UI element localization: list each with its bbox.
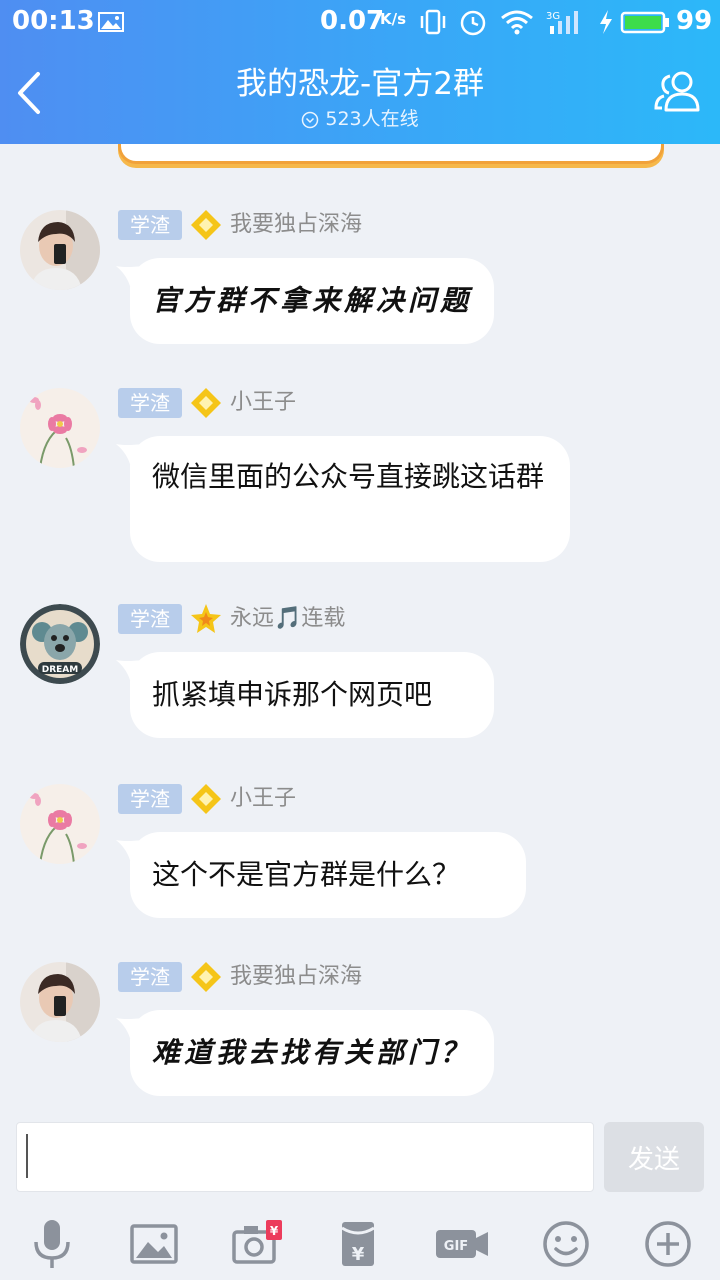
charging-icon (600, 10, 612, 34)
member-title-badge: 学渣 (118, 210, 182, 240)
message-input[interactable] (16, 1122, 594, 1192)
avatar[interactable] (20, 210, 100, 290)
message-item: 学渣 我要独占深海 难道我去找有关部门？ (0, 962, 720, 1102)
member-title-badge: 学渣 (118, 784, 182, 814)
status-time: 00:13 (12, 6, 95, 36)
message-bubble[interactable]: 抓紧填申诉那个网页吧 (130, 652, 494, 738)
network-speed: 0.07 (320, 6, 385, 36)
star-rank-icon (191, 604, 221, 633)
member-title-badge: 学渣 (118, 604, 182, 634)
battery-level: 99 (676, 6, 713, 36)
online-count[interactable]: 523人在线 (0, 104, 720, 131)
svg-text:¥: ¥ (352, 1244, 365, 1265)
message-item: 学渣 我要独占深海 官方群不拿来解决问题 (0, 210, 720, 350)
message-bubble[interactable]: 官方群不拿来解决问题 (130, 258, 494, 344)
gallery-notification-icon (98, 12, 124, 32)
signal-3g-icon: 3G (546, 11, 578, 34)
gif-icon[interactable]: GIF (434, 1216, 490, 1272)
text-caret (26, 1134, 28, 1178)
svg-text:3G: 3G (546, 11, 560, 22)
online-count-text: 523人在线 (325, 108, 419, 130)
send-button[interactable]: 发送 (604, 1122, 704, 1192)
svg-text:¥: ¥ (270, 1224, 279, 1238)
avatar[interactable] (20, 784, 100, 864)
microphone-icon[interactable] (24, 1216, 80, 1272)
diamond-rank-icon (191, 962, 221, 992)
camera-icon[interactable]: ¥ (228, 1216, 284, 1272)
wifi-icon (501, 10, 533, 35)
red-packet-icon[interactable]: ¥ (330, 1216, 386, 1272)
pink-flower-avatar-icon (20, 784, 100, 864)
sender-nickname[interactable]: 我要独占深海 (230, 962, 362, 992)
message-list[interactable]: 学渣 我要独占深海 官方群不拿来解决问题 学渣 小王子 微信里面的公众号直接跳这… (0, 144, 720, 1110)
message-bubble[interactable]: 难道我去找有关部门？ (130, 1010, 494, 1096)
network-speed-unit: K/s (380, 10, 407, 28)
pink-flower-avatar-icon (20, 388, 100, 468)
avatar[interactable]: DREAM (20, 604, 100, 684)
avatar[interactable] (20, 962, 100, 1042)
svg-text:DREAM: DREAM (42, 665, 79, 675)
input-toolbar: ¥ ¥ GIF (0, 1210, 720, 1280)
member-title-badge: 学渣 (118, 962, 182, 992)
status-bar: 00:13 0.07 K/s 3G 99 (0, 0, 720, 44)
member-title-badge: 学渣 (118, 388, 182, 418)
image-icon[interactable] (126, 1216, 182, 1272)
pinned-card[interactable] (118, 144, 664, 164)
chat-header: 00:13 0.07 K/s 3G 99 我的恐龙-官方2群 523人在线 (0, 0, 720, 144)
dream-koala-avatar-icon: DREAM (20, 604, 100, 684)
input-bar: 发送 (0, 1110, 720, 1210)
chevron-down-icon (302, 111, 319, 128)
sender-nickname[interactable]: 永远🎵连载 (230, 604, 345, 634)
plus-icon[interactable] (640, 1216, 696, 1272)
group-members-button[interactable] (652, 66, 704, 118)
diamond-rank-icon (191, 210, 221, 240)
boy-selfie-avatar-icon (20, 210, 100, 290)
title-bar: 我的恐龙-官方2群 523人在线 (0, 44, 720, 144)
battery-icon (620, 11, 669, 34)
svg-text:GIF: GIF (444, 1239, 468, 1254)
avatar[interactable] (20, 388, 100, 468)
sender-nickname[interactable]: 小王子 (230, 388, 296, 418)
message-item: DREAM 学渣 永远🎵连载 抓紧填申诉那个网页吧 (0, 604, 720, 744)
diamond-rank-icon (191, 388, 221, 418)
sender-nickname[interactable]: 小王子 (230, 784, 296, 814)
alarm-icon (460, 10, 486, 36)
emoji-icon[interactable] (538, 1216, 594, 1272)
sender-nickname[interactable]: 我要独占深海 (230, 210, 362, 240)
message-bubble[interactable]: 微信里面的公众号直接跳这话群 (130, 436, 570, 562)
vibrate-icon (420, 9, 446, 35)
message-item: 学渣 小王子 这个不是官方群是什么？ (0, 784, 720, 924)
diamond-rank-icon (191, 784, 221, 814)
boy-selfie-avatar-icon (20, 962, 100, 1042)
message-bubble[interactable]: 这个不是官方群是什么？ (130, 832, 526, 918)
group-title[interactable]: 我的恐龙-官方2群 (0, 58, 720, 103)
message-item: 学渣 小王子 微信里面的公众号直接跳这话群 (0, 388, 720, 568)
